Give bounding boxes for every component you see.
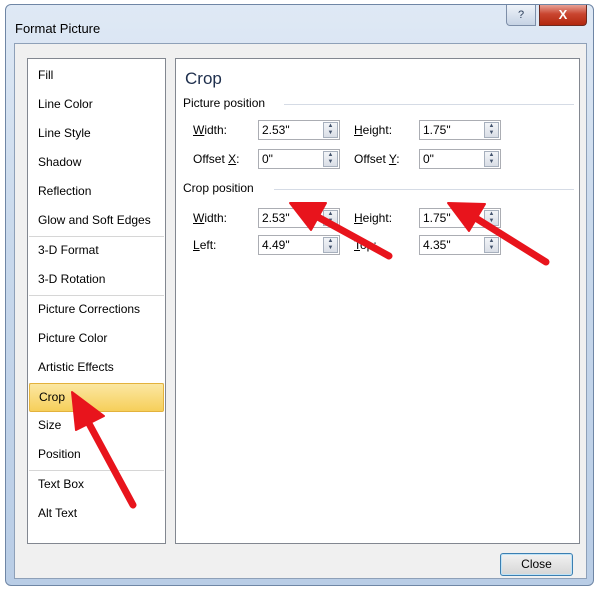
annotation-arrows [71, 202, 550, 509]
annotation-arrow-crop-width [289, 202, 393, 260]
annotation-arrow-crop-item [71, 391, 137, 509]
annotation-arrow-crop-height [447, 202, 550, 266]
